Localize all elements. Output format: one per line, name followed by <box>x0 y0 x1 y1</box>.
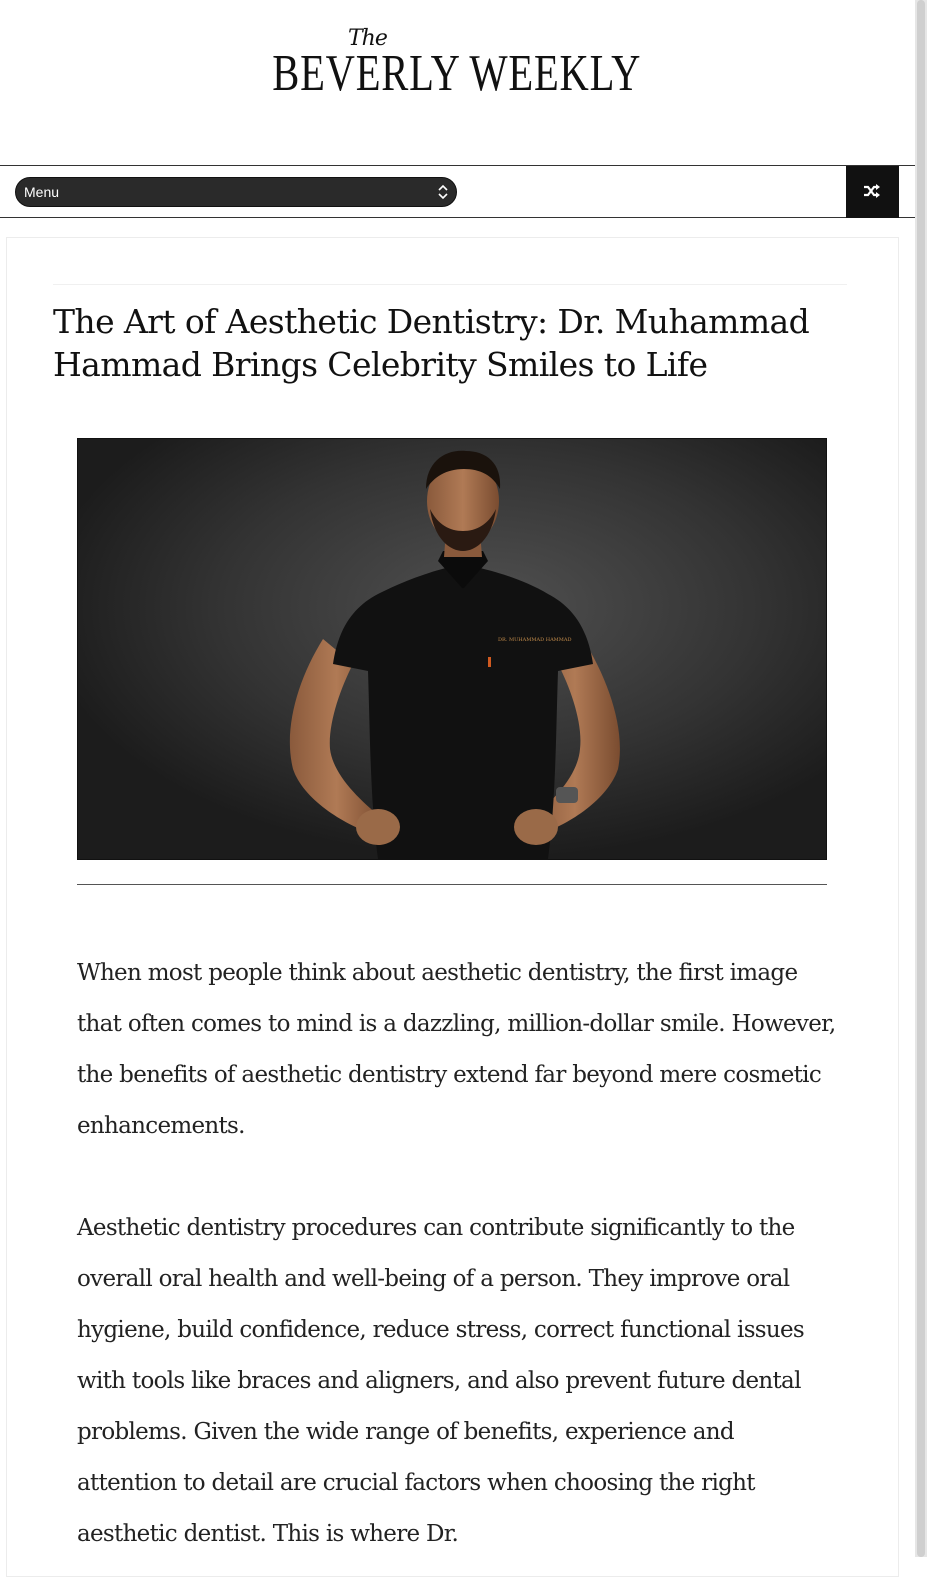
shuffle-icon <box>864 184 880 198</box>
image-divider <box>77 884 827 885</box>
portrait-photo: DR. MUHAMMAD HAMMAD <box>78 439 826 859</box>
article-title: The Art of Aesthetic Dentistry: Dr. Muha… <box>53 302 810 384</box>
random-post-button[interactable] <box>846 166 899 218</box>
main-navigation-bar: Menu <box>0 165 915 218</box>
shirt-embroidery: DR. MUHAMMAD HAMMAD <box>498 637 572 643</box>
menu-select-label: Menu <box>24 184 60 200</box>
card-top-rule <box>53 284 847 285</box>
article-paragraph-1: When most people think about aesthetic d… <box>77 960 836 1139</box>
page-scrollbar-thumb[interactable] <box>917 0 925 1557</box>
article-hero-image[interactable]: DR. MUHAMMAD HAMMAD <box>77 438 827 860</box>
article-paragraph-2: Aesthetic dentistry procedures can contr… <box>77 1215 805 1547</box>
chevron-up-down-icon <box>438 184 448 200</box>
logo-wordmark: BEVERLY WEEKLY <box>272 45 642 102</box>
site-logo[interactable]: The BEVERLY WEEKLY <box>0 22 915 112</box>
menu-select[interactable]: Menu <box>15 177 457 207</box>
